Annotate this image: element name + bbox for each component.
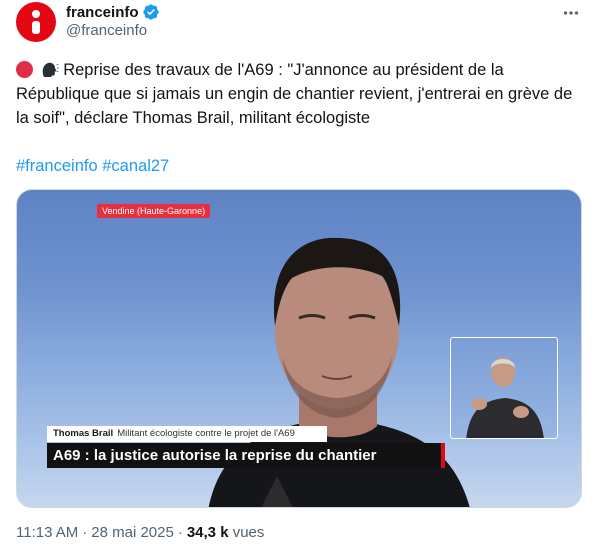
hashtag-list: #franceinfo #canal27: [16, 154, 169, 178]
verified-badge-icon: [142, 4, 159, 20]
location-tag: Vendine (Haute-Garonne): [97, 204, 211, 218]
hashtag-franceinfo[interactable]: #franceinfo: [16, 157, 98, 175]
tweet-meta: 11:13 AM · 28 mai 2025 · 34,3 k vues: [16, 524, 264, 541]
meta-separator: ·: [82, 524, 88, 541]
lower-third-headline: A69 : la justice autorise la reprise du …: [47, 443, 445, 468]
lower-third-name: Thomas Brail Militant écologiste contre l…: [47, 426, 327, 442]
hashtag-canal27[interactable]: #canal27: [102, 157, 169, 175]
speaking-head-emoji: [42, 62, 59, 77]
interpreter-figure: [466, 357, 544, 438]
tweet-time[interactable]: 11:13 AM: [16, 524, 78, 541]
speaker-role: Militant écologiste contre le projet de …: [117, 428, 295, 439]
more-options-icon[interactable]: [560, 4, 582, 22]
author-name-row: franceinfo: [66, 2, 160, 22]
views-count[interactable]: 34,3 k: [187, 524, 229, 541]
tweet-body-text: Reprise des travaux de l'A69 : "J'annonc…: [16, 61, 573, 127]
views-label: vues: [232, 524, 265, 541]
red-circle-emoji: [16, 61, 33, 78]
tweet-header: franceinfo @franceinfo: [16, 0, 582, 48]
speaker-name: Thomas Brail: [53, 428, 114, 439]
video-player[interactable]: Vendine (Haute-Garonne) Thomas Brail Mili…: [16, 189, 582, 508]
author-avatar[interactable]: [16, 2, 56, 42]
sign-language-interpreter: [450, 337, 558, 439]
tweet-date[interactable]: 28 mai 2025: [91, 524, 174, 541]
tweet-text: Reprise des travaux de l'A69 : "J'annonc…: [16, 58, 582, 130]
meta-separator-2: ·: [177, 524, 183, 541]
author-handle[interactable]: @franceinfo: [66, 22, 147, 39]
headline-accent-bar: [441, 443, 445, 468]
author-display-name[interactable]: franceinfo: [66, 4, 139, 21]
